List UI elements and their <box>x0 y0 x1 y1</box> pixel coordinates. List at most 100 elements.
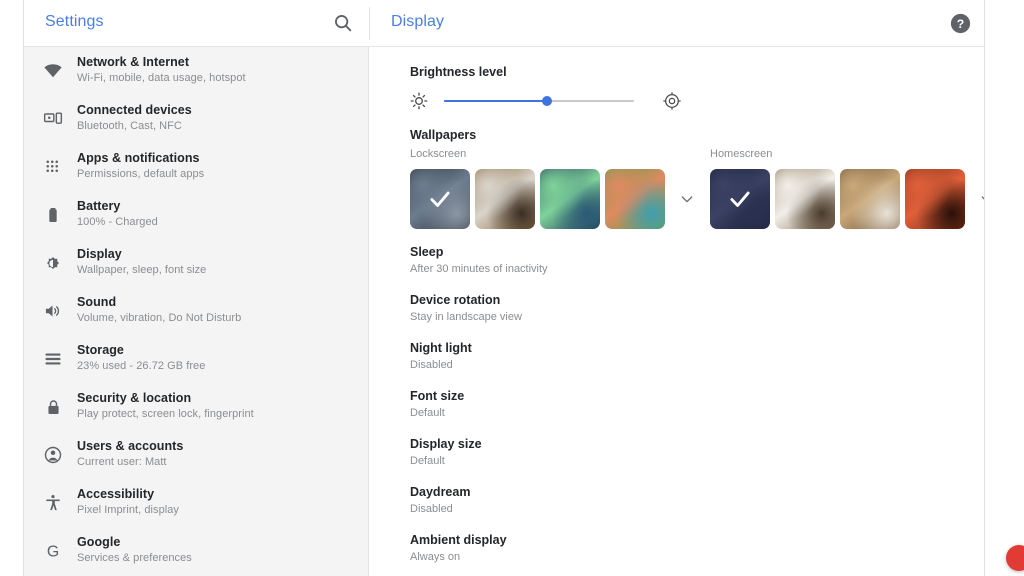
wallpaper-strip-homescreen <box>710 168 984 230</box>
brightness-slider-row <box>410 88 690 114</box>
wallpapers-title: Wallpapers <box>410 128 476 142</box>
sidebar-item-sublabel: Pixel Imprint, display <box>77 501 368 517</box>
sidebar-item-apps-notifications[interactable]: Apps & notificationsPermissions, default… <box>24 143 368 191</box>
settings-window: Settings Display ? Network & InternetWi-… <box>24 0 984 576</box>
wifi-icon <box>42 60 64 82</box>
brightness-high-icon <box>662 91 682 111</box>
wallpaper-strip-lockscreen <box>410 168 695 230</box>
brightness-icon <box>42 252 64 274</box>
setting-subtitle: Always on <box>410 548 810 564</box>
page-title: Display <box>391 13 444 31</box>
setting-subtitle: Default <box>410 404 810 420</box>
wallpaper-lockscreen-1[interactable] <box>410 169 470 229</box>
setting-subtitle: Disabled <box>410 500 810 516</box>
lock-icon <box>42 396 64 418</box>
setting-title: Device rotation <box>410 293 810 308</box>
wallpaper-lockscreen-4[interactable] <box>605 169 665 229</box>
check-icon <box>427 186 453 212</box>
sidebar-item-security-location[interactable]: Security & locationPlay protect, screen … <box>24 383 368 431</box>
setting-row-sleep[interactable]: SleepAfter 30 minutes of inactivity <box>410 245 810 276</box>
sidebar-item-google[interactable]: G GoogleServices & preferences <box>24 527 368 575</box>
page-left-margin <box>0 0 24 576</box>
setting-row-ambient-display[interactable]: Ambient displayAlways on <box>410 533 810 564</box>
brightness-slider-thumb[interactable] <box>542 96 552 106</box>
display-settings-panel: Brightness level <box>370 47 984 576</box>
accessibility-icon <box>42 492 64 514</box>
setting-subtitle: Default <box>410 452 810 468</box>
header-right: Display ? <box>370 0 984 46</box>
sidebar-item-connected-devices[interactable]: Connected devicesBluetooth, Cast, NFC <box>24 95 368 143</box>
setting-title: Font size <box>410 389 810 404</box>
setting-row-font-size[interactable]: Font sizeDefault <box>410 389 810 420</box>
sidebar-item-sublabel: Services & preferences <box>77 549 368 565</box>
sidebar-item-label: Display <box>77 239 368 261</box>
apps-grid-icon <box>42 156 64 178</box>
sidebar-item-label: Network & Internet <box>77 47 368 69</box>
svg-text:?: ? <box>957 17 964 31</box>
sidebar-item-accessibility[interactable]: AccessibilityPixel Imprint, display <box>24 479 368 527</box>
setting-title: Display size <box>410 437 810 452</box>
sidebar-item-display[interactable]: DisplayWallpaper, sleep, font size <box>24 239 368 287</box>
sidebar-item-label: Security & location <box>77 383 368 405</box>
sidebar-item-label: Users & accounts <box>77 431 368 453</box>
sidebar-item-label: Accessibility <box>77 479 368 501</box>
sidebar-item-sublabel: Bluetooth, Cast, NFC <box>77 117 368 133</box>
wallpaper-homescreen-4[interactable] <box>905 169 965 229</box>
battery-icon <box>42 204 64 226</box>
brightness-low-icon <box>410 92 428 110</box>
sidebar-item-sublabel: Volume, vibration, Do Not Disturb <box>77 309 368 325</box>
wallpaper-group-label-homescreen: Homescreen <box>710 148 772 160</box>
brightness-level-label: Brightness level <box>410 65 507 79</box>
wallpaper-homescreen-2[interactable] <box>775 169 835 229</box>
sidebar-item-network-internet[interactable]: Network & InternetWi-Fi, mobile, data us… <box>24 47 368 95</box>
volume-icon <box>42 300 64 322</box>
wallpaper-homescreen-1[interactable] <box>710 169 770 229</box>
wallpaper-lockscreen-2[interactable] <box>475 169 535 229</box>
sidebar-item-label: Sound <box>77 287 368 309</box>
sidebar-item-sound[interactable]: SoundVolume, vibration, Do Not Disturb <box>24 287 368 335</box>
wallpaper-homescreen-3[interactable] <box>840 169 900 229</box>
check-icon <box>727 186 753 212</box>
header-left: Settings <box>24 0 369 46</box>
setting-row-daydream[interactable]: DaydreamDisabled <box>410 485 810 516</box>
sidebar-item-sublabel: Wallpaper, sleep, font size <box>77 261 368 277</box>
google-g-icon: G <box>42 540 64 562</box>
brightness-slider-track[interactable] <box>444 100 634 102</box>
wallpaper-lockscreen-3[interactable] <box>540 169 600 229</box>
sidebar-item-sublabel: 100% - Charged <box>77 213 368 229</box>
setting-title: Sleep <box>410 245 810 260</box>
sidebar-item-label: Google <box>77 527 368 549</box>
setting-row-device-rotation[interactable]: Device rotationStay in landscape view <box>410 293 810 324</box>
setting-subtitle: Stay in landscape view <box>410 308 810 324</box>
help-circle-icon[interactable]: ? <box>950 13 971 34</box>
setting-row-night-light[interactable]: Night lightDisabled <box>410 341 810 372</box>
storage-icon <box>42 348 64 370</box>
chevron-down-icon[interactable] <box>979 191 984 207</box>
sidebar[interactable]: Network & InternetWi-Fi, mobile, data us… <box>24 47 369 576</box>
sidebar-item-storage[interactable]: Storage23% used - 26.72 GB free <box>24 335 368 383</box>
setting-title: Daydream <box>410 485 810 500</box>
sidebar-item-label: Battery <box>77 191 368 213</box>
sidebar-item-users-accounts[interactable]: Users & accountsCurrent user: Matt <box>24 431 368 479</box>
sidebar-item-label: Connected devices <box>77 95 368 117</box>
devices-icon <box>42 108 64 130</box>
wallpaper-group-label-lockscreen: Lockscreen <box>410 148 466 160</box>
setting-title: Ambient display <box>410 533 810 548</box>
setting-row-display-size[interactable]: Display sizeDefault <box>410 437 810 468</box>
sidebar-item-sublabel: Current user: Matt <box>77 453 368 469</box>
chevron-down-icon[interactable] <box>679 191 695 207</box>
sidebar-item-label: Storage <box>77 335 368 357</box>
brightness-slider-fill <box>444 100 547 102</box>
setting-subtitle: Disabled <box>410 356 810 372</box>
sidebar-item-sublabel: 23% used - 26.72 GB free <box>77 357 368 373</box>
sidebar-item-label: Apps & notifications <box>77 143 368 165</box>
setting-title: Night light <box>410 341 810 356</box>
search-icon[interactable] <box>332 12 354 34</box>
sidebar-nav-list: Network & InternetWi-Fi, mobile, data us… <box>24 47 368 575</box>
setting-subtitle: After 30 minutes of inactivity <box>410 260 810 276</box>
svg-text:G: G <box>47 544 59 561</box>
sidebar-item-sublabel: Play protect, screen lock, fingerprint <box>77 405 368 421</box>
app-title: Settings <box>45 13 104 31</box>
sidebar-item-battery[interactable]: Battery100% - Charged <box>24 191 368 239</box>
sidebar-item-sublabel: Permissions, default apps <box>77 165 368 181</box>
